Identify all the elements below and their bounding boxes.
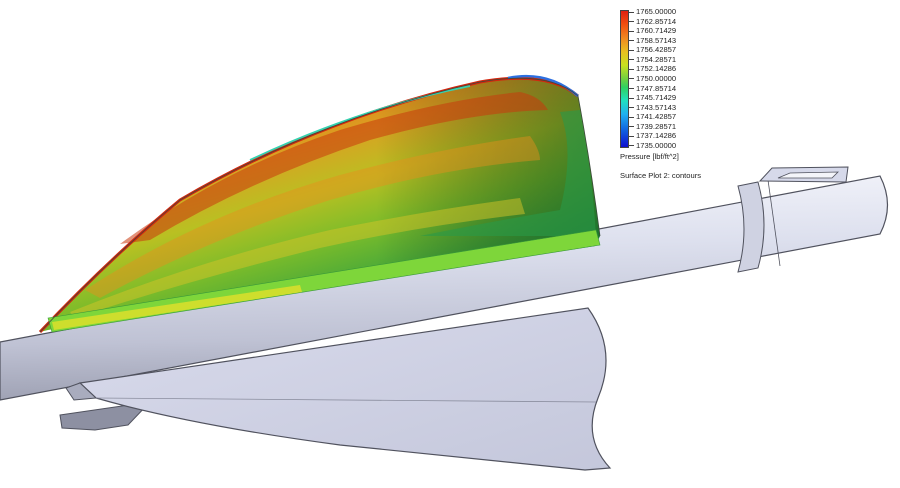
legend-tick: 1756.42857 [628, 45, 676, 55]
pressure-legend: 1765.00000 1762.85714 1760.71429 1758.57… [620, 7, 770, 180]
legend-tick: 1758.57143 [628, 36, 676, 46]
legend-tick: 1741.42857 [628, 112, 676, 122]
legend-tick-list: 1765.00000 1762.85714 1760.71429 1758.57… [628, 7, 676, 151]
legend-tick: 1765.00000 [628, 7, 676, 17]
legend-tick: 1762.85714 [628, 17, 676, 27]
legend-tick: 1745.71429 [628, 93, 676, 103]
legend-tick: 1750.00000 [628, 74, 676, 84]
legend-plot-name: Surface Plot 2: contours [620, 171, 702, 180]
legend-tick: 1752.14286 [628, 64, 676, 74]
legend-tick: 1747.85714 [628, 84, 676, 94]
legend-tick: 1737.14286 [628, 131, 676, 141]
legend-tick: 1743.57143 [628, 103, 676, 113]
legend-color-bar [620, 10, 629, 148]
legend-tick: 1754.28571 [628, 55, 676, 65]
legend-quantity-label: Pressure [lbf/ft^2] [620, 152, 679, 161]
legend-tick: 1760.71429 [628, 26, 676, 36]
legend-tick: 1739.28571 [628, 122, 676, 132]
legend-tick: 1735.00000 [628, 141, 676, 151]
